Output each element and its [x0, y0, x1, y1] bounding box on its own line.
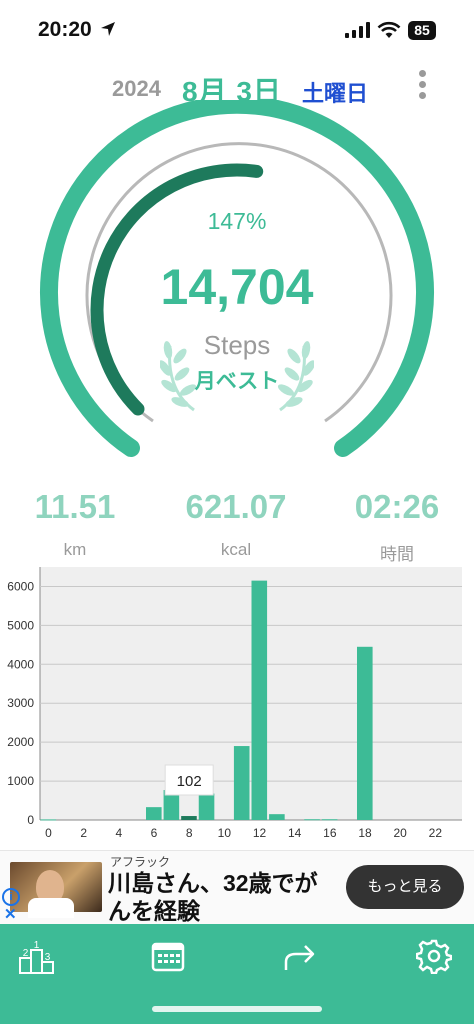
chart-bar [269, 814, 285, 820]
chart-y-tick-label: 2000 [7, 735, 34, 749]
chart-bar [198, 793, 215, 820]
chart-bar [357, 646, 373, 820]
share-icon[interactable] [282, 942, 318, 972]
chart-x-tick-label: 8 [186, 826, 193, 840]
chart-y-tick-label: 3000 [7, 696, 34, 710]
chart-bar [181, 816, 197, 820]
ad-cta-button[interactable]: もっと見る [346, 865, 464, 909]
ad-close-icon[interactable]: ✕ [4, 905, 17, 923]
ad-info-icon[interactable]: i [2, 888, 20, 906]
ad-headline[interactable]: 川島さん、32歳でがんを経験 [108, 869, 338, 925]
svg-text:2: 2 [23, 948, 29, 959]
status-time: 20:20 [38, 18, 92, 41]
chart-y-tick-label: 0 [27, 813, 34, 827]
chart-y-tick-label: 4000 [7, 657, 34, 671]
chart-y-tick-label: 1000 [7, 774, 34, 788]
monthly-best-badge: 月ベスト [194, 370, 280, 393]
chart-x-tick-label: 12 [253, 826, 267, 840]
cellular-signal-icon [345, 22, 370, 38]
chart-y-tick-label: 6000 [7, 579, 34, 593]
chart-bar [251, 580, 268, 820]
chart-x-tick-label: 10 [218, 826, 232, 840]
stat-distance-value: 11.51 [34, 488, 116, 525]
home-indicator [152, 1006, 322, 1012]
chart-plot-area [40, 567, 462, 820]
chart-bar [40, 819, 57, 821]
stat-calories: 621.07 kcal [157, 488, 315, 560]
hourly-steps-chart[interactable]: 0 1000 2000 3000 4000 5000 6000 0 2 4 6 8 10 12 14 16 18… [0, 560, 474, 845]
chart-x-tick-label: 6 [151, 826, 158, 840]
chart-bar [304, 819, 320, 821]
stat-distance: 11.51 km [0, 488, 154, 560]
chart-tooltip-value: 102 [177, 773, 202, 790]
chart-y-tick-label: 5000 [7, 618, 34, 632]
location-arrow-icon [101, 22, 115, 36]
battery-indicator: 85 [408, 21, 436, 40]
chart-x-tick-label: 4 [115, 826, 122, 840]
chart-x-tick-label: 22 [429, 826, 443, 840]
wifi-icon [377, 21, 401, 38]
calendar-icon[interactable] [151, 940, 185, 972]
chart-bar [321, 819, 338, 821]
step-count: 14,704 [160, 259, 314, 315]
goal-percentage: 147% [207, 208, 267, 234]
ad-image-figure [28, 898, 74, 918]
stat-calories-unit: kcal [220, 540, 252, 559]
settings-icon[interactable] [416, 938, 452, 974]
date-year: 2024 [112, 76, 161, 101]
ad-sponsor: アフラック [110, 855, 171, 869]
stat-distance-unit: km [63, 540, 87, 559]
svg-text:3: 3 [45, 952, 51, 963]
more-menu-icon[interactable] [412, 70, 432, 104]
chart-x-tick-label: 20 [393, 826, 407, 840]
chart-x-tick-label: 2 [80, 826, 87, 840]
stat-time: 02:26 時間 [318, 488, 474, 565]
chart-x-tick-label: 0 [45, 826, 52, 840]
chart-x-tick-label: 14 [288, 826, 302, 840]
ranking-icon[interactable]: 1 2 3 [18, 938, 56, 976]
stat-time-value: 02:26 [354, 488, 440, 525]
svg-text:1: 1 [34, 940, 40, 951]
chart-bar [233, 746, 250, 820]
stat-calories-value: 621.07 [185, 488, 287, 525]
chart-x-tick-label: 16 [323, 826, 337, 840]
chart-bar [146, 807, 162, 820]
chart-x-tick-label: 18 [358, 826, 372, 840]
